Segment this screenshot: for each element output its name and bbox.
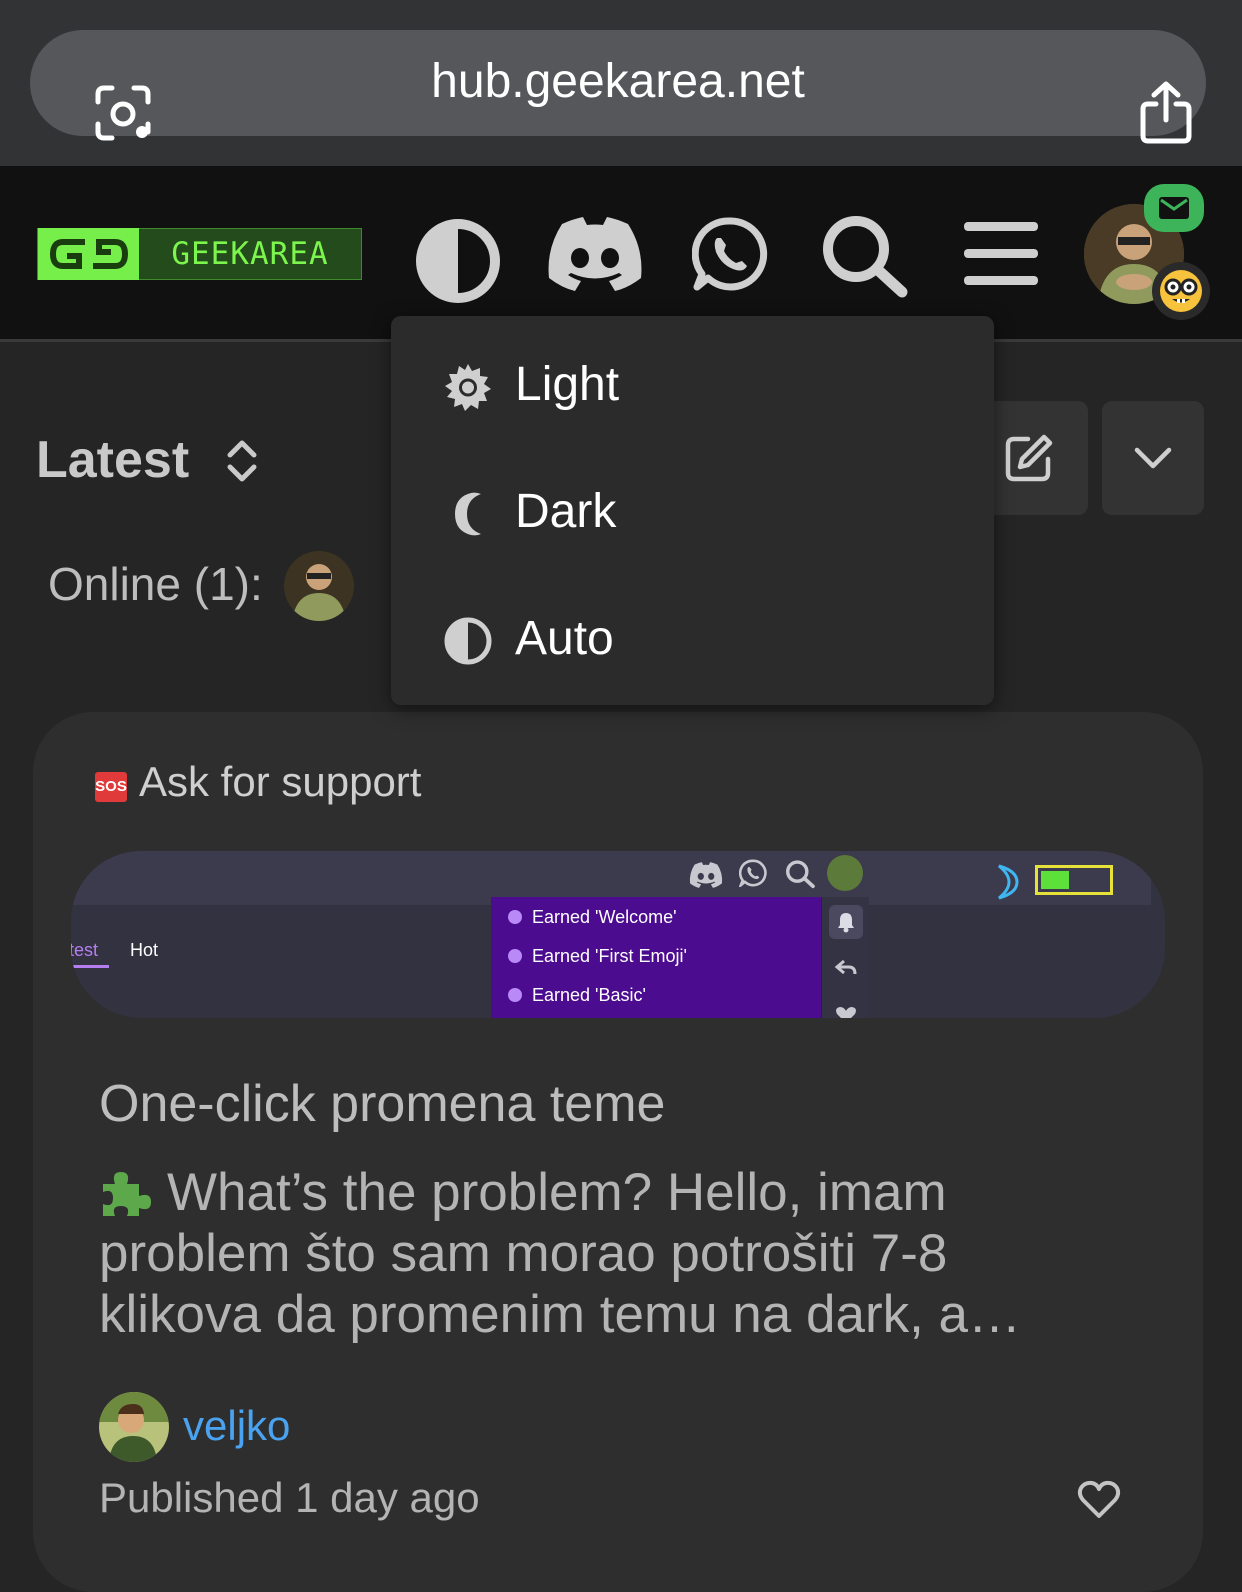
url-bar[interactable]: hub.geekarea.net — [30, 30, 1206, 144]
preview-whatsapp-icon — [739, 859, 767, 887]
sort-selector-label[interactable]: Latest — [36, 430, 189, 490]
preview-heart-icon — [836, 1007, 856, 1018]
chevron-down-icon — [1134, 447, 1172, 469]
theme-option-light[interactable]: Light — [391, 320, 994, 448]
more-options-button[interactable] — [1102, 401, 1204, 515]
preview-toggle-switch — [1035, 865, 1113, 895]
half-circle-icon — [444, 617, 492, 665]
preview-avatar — [827, 855, 863, 891]
topic-excerpt: What’s the problem? Hello, imam problem … — [99, 1163, 1022, 1344]
like-heart-icon[interactable] — [1077, 1480, 1121, 1520]
edit-icon — [1005, 434, 1053, 482]
preview-tab-underline — [71, 965, 109, 968]
hamburger-menu-icon[interactable] — [964, 220, 1038, 286]
theme-dropdown-menu: Light Dark Auto — [391, 316, 994, 705]
puzzle-piece-icon — [103, 1172, 151, 1216]
preview-notification-item: Earned 'First Emoji' — [508, 946, 687, 967]
preview-side-panel — [821, 897, 869, 1018]
sos-badge-icon: SOS — [95, 772, 127, 802]
theme-option-label: Dark — [515, 485, 617, 538]
theme-option-auto[interactable]: Auto — [391, 574, 994, 702]
whatsapp-icon[interactable] — [692, 216, 768, 292]
topic-preview-image[interactable]: test Hot Earned 'Welcome' Earned 'First … — [71, 851, 1165, 1018]
discord-icon[interactable] — [546, 216, 644, 292]
preview-discord-icon — [689, 862, 723, 888]
url-text: hub.geekarea.net — [431, 55, 805, 108]
topic-card[interactable]: SOS Ask for support test Hot Earned 'Wel… — [33, 712, 1203, 1592]
preview-notification-popup: Earned 'Welcome' Earned 'First Emoji' Ea… — [491, 897, 821, 1018]
sort-chevron-updown-icon[interactable] — [224, 435, 260, 487]
online-user-avatar[interactable] — [284, 551, 354, 621]
preview-notification-item: Earned 'Basic' — [508, 985, 646, 1006]
preview-reply-icon — [834, 959, 857, 975]
category-link[interactable]: Ask for support — [139, 758, 421, 806]
preview-notification-item: Earned 'Welcome' — [508, 907, 677, 928]
search-icon[interactable] — [820, 214, 908, 298]
mail-badge-icon[interactable] — [1144, 184, 1204, 232]
preview-search-icon — [786, 860, 815, 889]
author-avatar[interactable] — [99, 1392, 169, 1462]
theme-toggle-icon[interactable] — [415, 218, 501, 304]
preview-moon-icon — [998, 864, 1019, 900]
published-time: Published 1 day ago — [99, 1474, 480, 1521]
site-logo[interactable]: GEEKAREA — [37, 228, 362, 280]
share-icon[interactable] — [1138, 80, 1194, 146]
theme-option-label: Auto — [515, 612, 614, 665]
theme-option-label: Light — [515, 358, 620, 411]
preview-tab-latest: test — [71, 940, 99, 960]
logo-text: GEEKAREA — [171, 236, 329, 272]
topic-title[interactable]: One-click promena teme — [99, 1074, 665, 1134]
online-users-label: Online (1): — [48, 558, 263, 610]
logo-mark-icon — [38, 228, 139, 280]
nerd-emoji-icon — [1152, 262, 1210, 320]
theme-option-dark[interactable]: Dark — [391, 447, 994, 575]
author-link[interactable]: veljko — [183, 1402, 290, 1450]
preview-tab-hot: Hot — [130, 940, 159, 960]
moon-icon — [455, 492, 481, 536]
browser-toolbar: hub.geekarea.net — [0, 0, 1242, 166]
sun-icon — [445, 364, 491, 411]
preview-bell-icon — [829, 905, 863, 939]
